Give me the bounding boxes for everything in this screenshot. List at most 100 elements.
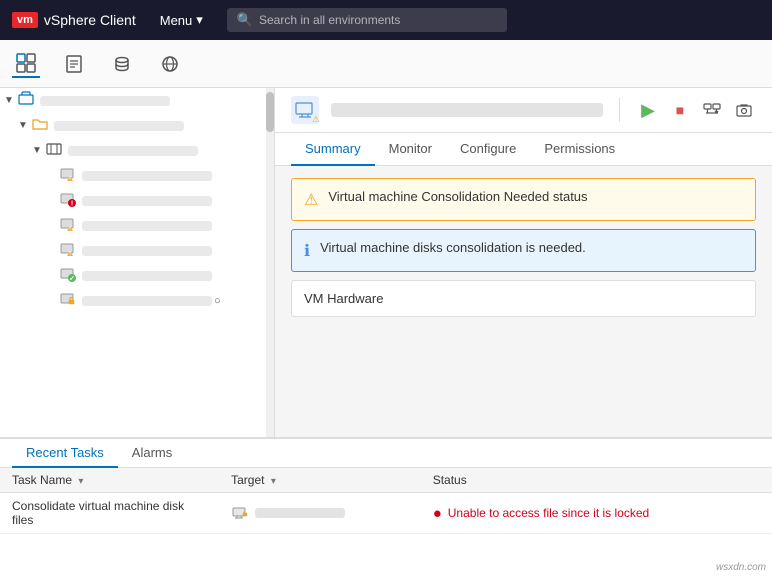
vm-ok-icon: ✓ (60, 266, 78, 285)
status-text: Unable to access file since it is locked (448, 506, 649, 520)
vm-hardware-card: VM Hardware (291, 280, 756, 317)
task-table: Task Name ▾ Target ▾ Status Consolidate … (0, 468, 772, 534)
sidebar-item-vm-lock[interactable]: ○ (0, 288, 274, 313)
content-panel: ⚠ ▶ ■ (275, 88, 772, 437)
vm-hardware-label: VM Hardware (304, 291, 383, 306)
tree-arrow-icon: ▼ (4, 95, 18, 106)
svg-text:!: ! (69, 252, 71, 258)
col-task-name-label: Task Name (12, 473, 72, 487)
status-error-icon: ● (433, 505, 442, 522)
vm-logo-box: vm (12, 12, 38, 28)
cluster-icon (46, 141, 64, 160)
svg-text:!: ! (69, 227, 71, 233)
sidebar-content: ▼ ▼ (0, 88, 274, 437)
sidebar-item-datacenter[interactable]: ▼ (0, 88, 274, 113)
sidebar-item-vm-error[interactable]: ! (0, 188, 274, 213)
consolidation-warning-alert: ⚠ Virtual machine Consolidation Needed s… (291, 178, 756, 221)
sidebar-label-datacenter (40, 96, 170, 106)
menu-button[interactable]: Menu ▾ (152, 8, 211, 32)
header-divider (619, 98, 620, 122)
sidebar-item-vm-ok[interactable]: ✓ (0, 263, 274, 288)
col-status-label: Status (433, 473, 467, 487)
search-icon: 🔍 (237, 12, 253, 28)
bottom-tabs: Recent Tasks Alarms (0, 439, 772, 468)
svg-text:✓: ✓ (69, 276, 75, 283)
menu-chevron-icon: ▾ (196, 12, 203, 28)
alert-info-text: Virtual machine disks consolidation is n… (320, 240, 586, 255)
svg-text:!: ! (71, 201, 73, 208)
vm-warning-icon-3: ! (60, 241, 78, 260)
table-row: Consolidate virtual machine disk files (0, 493, 772, 534)
tab-configure[interactable]: Configure (446, 133, 530, 166)
col-task-name[interactable]: Task Name ▾ (0, 468, 219, 493)
content-body: ⚠ Virtual machine Consolidation Needed s… (275, 166, 772, 437)
vm-error-icon: ! (60, 191, 78, 210)
snapshot-icon[interactable] (732, 98, 756, 122)
sidebar-item-cluster[interactable]: ▼ (0, 138, 274, 163)
vm-warning-icon-2: ! (60, 216, 78, 235)
play-icon[interactable]: ▶ (636, 98, 660, 122)
app-logo: vm vSphere Client (12, 12, 136, 28)
sidebar-item-vm-warning-2[interactable]: ! (0, 213, 274, 238)
tab-recent-tasks[interactable]: Recent Tasks (12, 439, 118, 468)
tab-monitor[interactable]: Monitor (375, 133, 446, 166)
pages-toolbar-icon[interactable] (60, 50, 88, 78)
entity-icon: ⚠ (291, 96, 319, 124)
tab-permissions[interactable]: Permissions (530, 133, 629, 166)
app-title: vSphere Client (44, 12, 136, 28)
entity-header: ⚠ ▶ ■ (275, 88, 772, 133)
content-tabs: Summary Monitor Configure Permissions (275, 133, 772, 166)
sidebar-label-vm1 (82, 171, 212, 181)
migrate-icon[interactable] (700, 98, 724, 122)
consolidation-info-alert: ℹ Virtual machine disks consolidation is… (291, 229, 756, 272)
sidebar-extra-text: ○ (214, 295, 221, 307)
sidebar-item-vm-warning-3[interactable]: ! (0, 238, 274, 263)
datacenter-icon (18, 91, 36, 110)
action-icons-group: ▶ ■ (636, 98, 756, 122)
sidebar-label-vm4 (82, 246, 212, 256)
watermark: wsxdn.com (716, 562, 766, 573)
tab-summary[interactable]: Summary (291, 133, 375, 166)
search-bar[interactable]: 🔍 Search in all environments (227, 8, 507, 32)
entity-name-blurred (331, 103, 603, 117)
icon-toolbar (0, 40, 772, 88)
menu-label: Menu (160, 13, 193, 28)
sidebar: ▼ ▼ (0, 88, 275, 437)
task-name-cell: Consolidate virtual machine disk files (0, 493, 219, 534)
sidebar-label-vm3 (82, 221, 212, 231)
vm-lock-icon (60, 291, 78, 310)
task-name-text: Consolidate virtual machine disk files (12, 499, 184, 527)
search-placeholder: Search in all environments (259, 13, 400, 27)
sidebar-item-vm-warning-1[interactable]: ! (0, 163, 274, 188)
globe-toolbar-icon[interactable] (156, 50, 184, 78)
sort-arrow-task-name: ▾ (78, 476, 83, 487)
tree-arrow-icon: ▼ (18, 120, 32, 131)
sidebar-label-folder (54, 121, 184, 131)
database-toolbar-icon[interactable] (108, 50, 136, 78)
top-navigation: vm vSphere Client Menu ▾ 🔍 Search in all… (0, 0, 772, 40)
alert-warning-icon: ⚠ (304, 190, 318, 210)
stop-icon[interactable]: ■ (668, 98, 692, 122)
sidebar-scrollbar[interactable] (266, 88, 274, 437)
bottom-panel: Recent Tasks Alarms Task Name ▾ Target ▾… (0, 437, 772, 577)
tree-arrow-icon: ▼ (32, 145, 46, 156)
sidebar-label-vm6 (82, 296, 212, 306)
tab-alarms[interactable]: Alarms (118, 439, 186, 468)
col-target[interactable]: Target ▾ (219, 468, 421, 493)
target-vm-icon (231, 504, 249, 522)
alert-info-icon: ℹ (304, 241, 310, 261)
target-name-blurred (255, 508, 345, 518)
alert-warning-text: Virtual machine Consolidation Needed sta… (328, 189, 587, 204)
sidebar-label-vm5 (82, 271, 212, 281)
vm-warning-icon: ! (60, 166, 78, 185)
svg-text:!: ! (69, 177, 71, 183)
sidebar-label-cluster (68, 146, 198, 156)
col-target-label: Target (231, 473, 264, 487)
col-status: Status (421, 468, 772, 493)
sidebar-scroll-thumb (266, 92, 274, 132)
entity-warning-badge: ⚠ (312, 114, 320, 125)
sidebar-label-vm2 (82, 196, 212, 206)
target-cell (219, 493, 421, 534)
sidebar-item-folder[interactable]: ▼ (0, 113, 274, 138)
home-toolbar-icon[interactable] (12, 50, 40, 78)
